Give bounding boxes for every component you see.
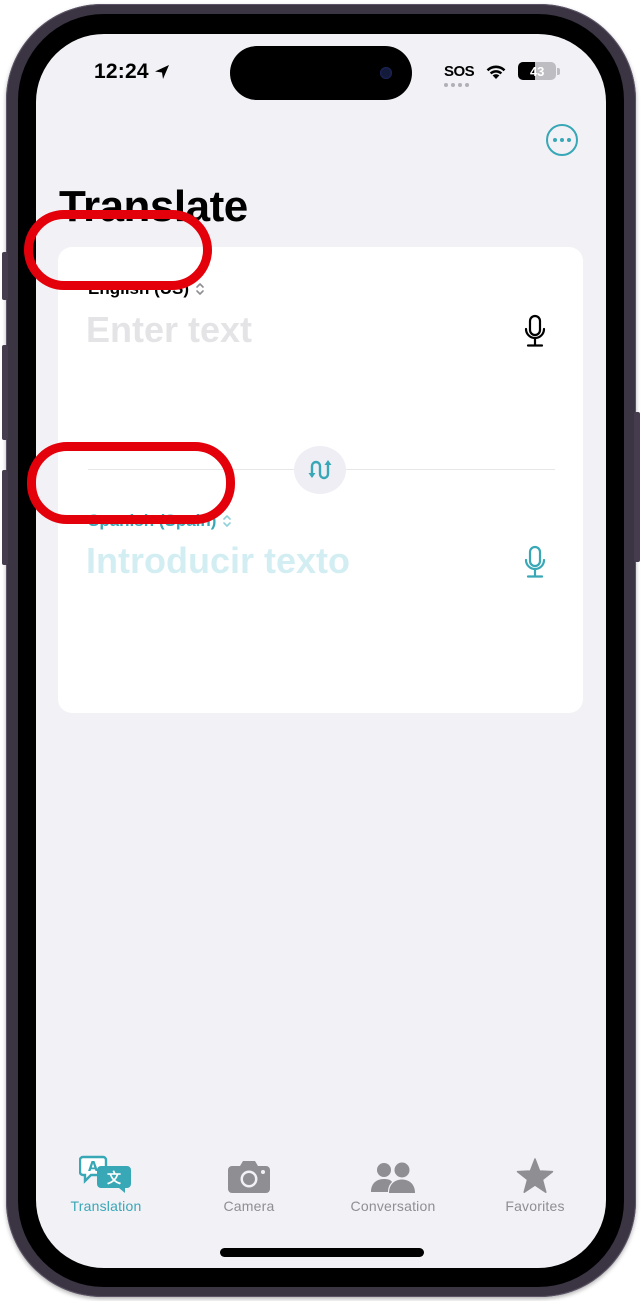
battery-indicator: 43	[518, 62, 561, 80]
tab-conversation[interactable]: Conversation	[328, 1152, 458, 1214]
target-text-input[interactable]	[86, 540, 486, 582]
tab-label: Translation	[70, 1198, 142, 1214]
translate-bubbles-icon: A 文	[79, 1155, 131, 1193]
dynamic-island	[230, 46, 412, 100]
status-indicators: SOS 43	[444, 62, 561, 87]
annotation-highlight-target-language	[27, 442, 235, 524]
star-icon	[516, 1158, 554, 1193]
people-icon	[371, 1162, 415, 1193]
tab-bar: A 文 Translation Camera Conversation Favo…	[36, 1152, 606, 1222]
tab-camera[interactable]: Camera	[184, 1152, 314, 1214]
battery-level: 43	[529, 63, 545, 79]
front-camera	[380, 67, 392, 79]
tab-favorites[interactable]: Favorites	[470, 1152, 600, 1214]
home-indicator[interactable]	[220, 1248, 424, 1257]
signal-dots	[444, 82, 469, 87]
carrier-sos: SOS	[444, 62, 475, 87]
swap-languages-icon	[308, 460, 332, 480]
battery-cap	[557, 67, 561, 75]
status-time: 12:24	[94, 60, 171, 84]
carrier-text: SOS	[444, 62, 475, 80]
battery-body: 43	[518, 62, 557, 80]
chevron-up-down-icon	[196, 283, 204, 295]
source-microphone-icon[interactable]	[521, 313, 549, 349]
ellipsis-circle-icon	[553, 138, 557, 142]
wifi-icon	[486, 65, 506, 79]
swap-languages-button[interactable]	[294, 446, 346, 494]
location-arrow-icon	[154, 65, 169, 79]
tab-label: Camera	[223, 1198, 275, 1214]
tab-translation[interactable]: A 文 Translation	[41, 1152, 171, 1214]
annotation-highlight-source-language	[24, 210, 212, 290]
volume-up-button	[2, 345, 8, 440]
camera-icon	[228, 1161, 270, 1193]
time-text: 12:24	[94, 60, 149, 83]
power-button	[634, 412, 640, 562]
action-button	[2, 252, 8, 300]
more-options-button[interactable]	[546, 124, 578, 156]
volume-down-button	[2, 470, 8, 565]
svg-text:A: A	[88, 1160, 98, 1175]
svg-text:文: 文	[107, 1170, 122, 1187]
tab-label: Favorites	[505, 1198, 565, 1214]
source-text-input[interactable]	[86, 309, 486, 351]
chevron-up-down-icon	[223, 515, 232, 527]
target-microphone-icon[interactable]	[521, 544, 549, 580]
tab-label: Conversation	[350, 1198, 436, 1214]
